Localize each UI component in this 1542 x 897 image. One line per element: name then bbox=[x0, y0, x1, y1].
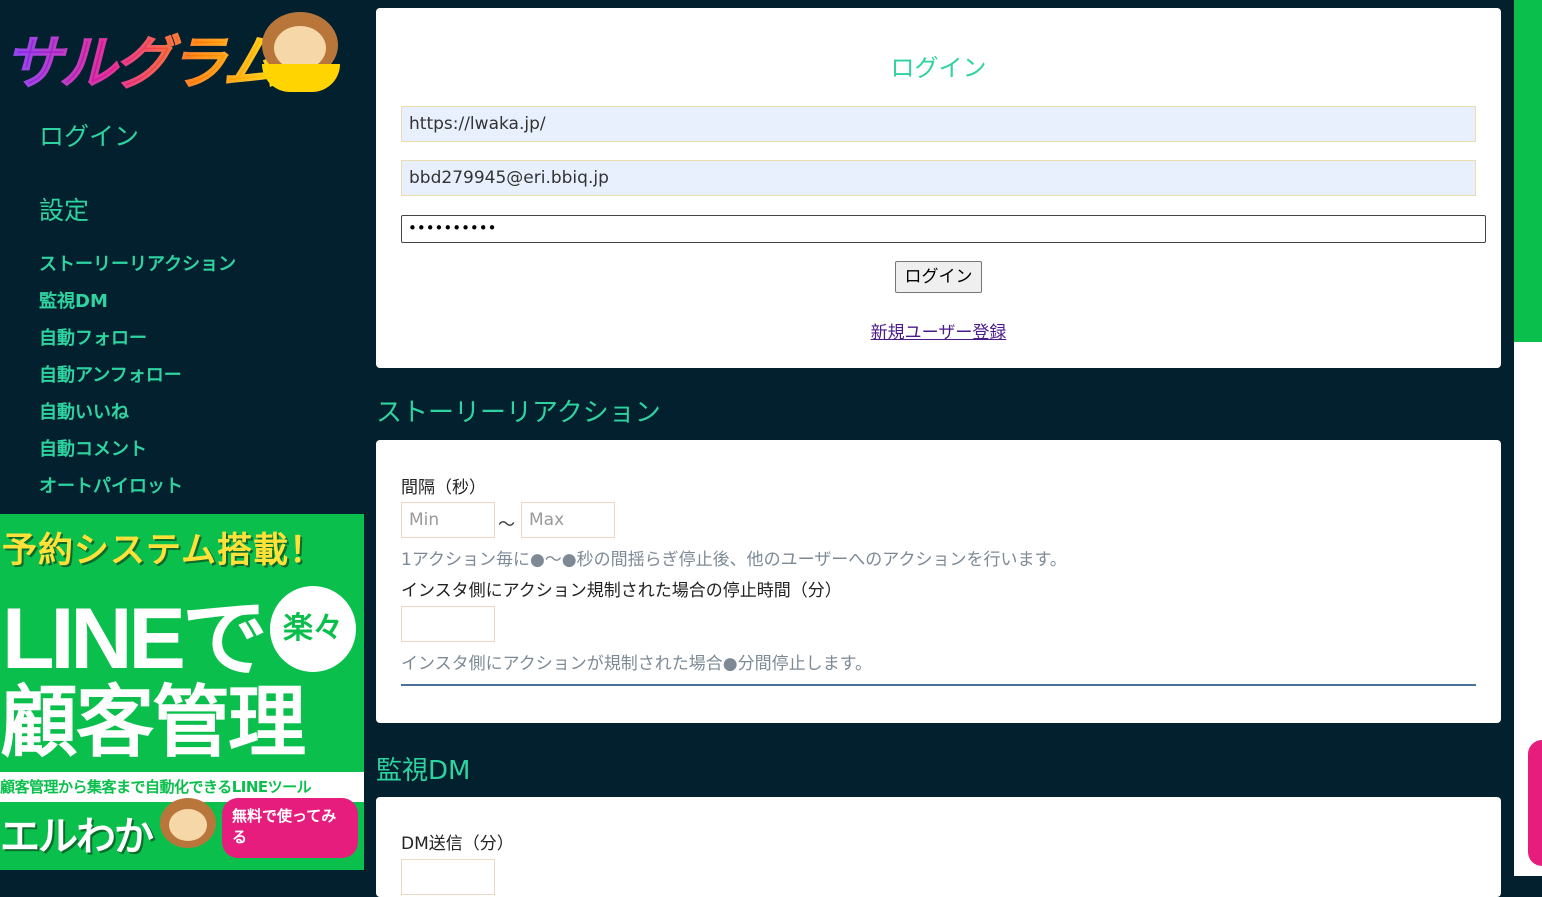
banner-monkey-icon bbox=[160, 798, 216, 848]
interval-label: 間隔（秒） bbox=[401, 478, 486, 498]
watch-dm-card: DM送信（分） bbox=[376, 797, 1501, 897]
stop-time-help-text: インスタ側にアクションが規制された場合●分間停止します。 bbox=[401, 654, 872, 674]
right-ad-strip[interactable] bbox=[1514, 0, 1542, 342]
register-link-text[interactable]: 新規ユーザー登録 bbox=[871, 323, 1007, 343]
sidebar-item-watch-dm[interactable]: 監視DM bbox=[39, 287, 108, 313]
banner-brand: エルわか bbox=[0, 814, 154, 860]
sidebar-item-auto-unfollow[interactable]: 自動アンフォロー bbox=[39, 361, 182, 387]
login-title: ログイン bbox=[890, 54, 987, 82]
email-input[interactable]: bbd279945@eri.bbiq.jp bbox=[401, 160, 1476, 196]
sidebar-item-auto-follow[interactable]: 自動フォロー bbox=[39, 324, 147, 350]
sidebar-item-auto-comment[interactable]: 自動コメント bbox=[39, 435, 147, 461]
stop-time-input[interactable] bbox=[401, 606, 495, 642]
dm-send-label: DM送信（分） bbox=[401, 834, 514, 854]
watch-dm-title: 監視DM bbox=[376, 756, 471, 786]
password-input[interactable]: •••••••••• bbox=[401, 215, 1486, 243]
login-button[interactable]: ログイン bbox=[895, 261, 982, 293]
logo-text: サルグラム bbox=[3, 16, 280, 100]
section-divider bbox=[401, 684, 1476, 686]
interval-help-text: 1アクション毎に●～●秒の間揺らぎ停止後、他のユーザーへのアクションを行います。 bbox=[401, 550, 1067, 570]
ad-banner[interactable]: 予約システム搭載！ LINEで 楽々 顧客管理 顧客管理から集客まで自動化できる… bbox=[0, 514, 364, 870]
sidebar-item-login[interactable]: ログイン bbox=[39, 117, 139, 153]
sidebar-item-autopilot[interactable]: オートパイロット bbox=[39, 472, 183, 498]
app-logo[interactable]: サルグラム bbox=[0, 6, 345, 98]
right-ad-cta[interactable] bbox=[1528, 740, 1542, 866]
interval-max-input[interactable]: Max bbox=[521, 502, 615, 538]
sidebar-item-story-reaction[interactable]: ストーリーリアクション bbox=[39, 250, 236, 276]
banner-cta-button[interactable]: 無料で使ってみる bbox=[222, 798, 358, 858]
sidebar: サルグラム ログイン 設定 ストーリーリアクション 監視DM 自動フォロー 自動… bbox=[0, 0, 364, 876]
banner-kanri: 顧客管理 bbox=[0, 678, 306, 768]
story-reaction-card: 間隔（秒） Min ～ Max 1アクション毎に●～●秒の間揺らぎ停止後、他のユ… bbox=[376, 440, 1501, 723]
sidebar-item-settings[interactable]: 設定 bbox=[39, 191, 89, 227]
url-input[interactable]: https://lwaka.jp/ bbox=[401, 106, 1476, 142]
tilde-separator: ～ bbox=[498, 515, 515, 535]
login-card: ログイン https://lwaka.jp/ bbd279945@eri.bbi… bbox=[376, 8, 1501, 368]
sidebar-item-auto-like[interactable]: 自動いいね bbox=[39, 398, 129, 424]
stop-time-label: インスタ側にアクション規制された場合の停止時間（分） bbox=[401, 581, 842, 601]
dm-send-input[interactable] bbox=[401, 859, 495, 895]
register-link: 新規ユーザー登録 bbox=[376, 318, 1501, 343]
banner-headline: 予約システム搭載！ bbox=[2, 531, 325, 571]
story-reaction-title: ストーリーリアクション bbox=[376, 398, 661, 428]
interval-min-input[interactable]: Min bbox=[401, 502, 495, 538]
